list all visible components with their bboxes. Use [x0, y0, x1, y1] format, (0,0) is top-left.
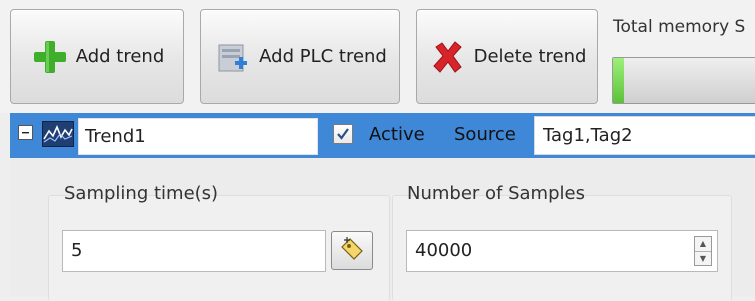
tag-browse-button[interactable]: [331, 231, 373, 270]
delete-x-icon: [428, 37, 468, 77]
plc-add-icon: [213, 37, 253, 77]
delete-trend-label: Delete trend: [473, 46, 587, 67]
memory-label: Total memory S: [613, 17, 746, 37]
active-checkbox[interactable]: [333, 124, 353, 144]
memory-progress-bar: [612, 57, 755, 104]
sampling-time-input[interactable]: 5: [62, 230, 326, 272]
trend-name-field[interactable]: Trend1: [78, 118, 318, 155]
add-trend-label: Add trend: [75, 46, 165, 67]
source-field[interactable]: Tag1,Tag2: [534, 116, 755, 155]
sampling-time-label: Sampling time(s): [64, 183, 219, 204]
tag-icon: [338, 235, 366, 267]
add-plc-trend-label: Add PLC trend: [259, 46, 387, 67]
spin-down-icon[interactable]: ▼: [695, 252, 711, 266]
memory-progress-fill: [613, 58, 624, 103]
samples-spinner[interactable]: ▲ ▼: [694, 236, 712, 266]
delete-trend-button[interactable]: Delete trend: [416, 9, 598, 104]
source-label: Source: [454, 124, 516, 145]
collapse-icon[interactable]: [18, 125, 33, 140]
add-trend-button[interactable]: Add trend: [10, 9, 184, 104]
active-label: Active: [369, 124, 425, 145]
trend-chart-icon: [42, 121, 74, 147]
number-of-samples-input[interactable]: 40000: [406, 230, 718, 272]
spin-up-icon[interactable]: ▲: [695, 237, 711, 252]
plus-icon: [30, 37, 70, 77]
number-of-samples-label: Number of Samples: [407, 183, 585, 204]
add-plc-trend-button[interactable]: Add PLC trend: [200, 9, 400, 104]
